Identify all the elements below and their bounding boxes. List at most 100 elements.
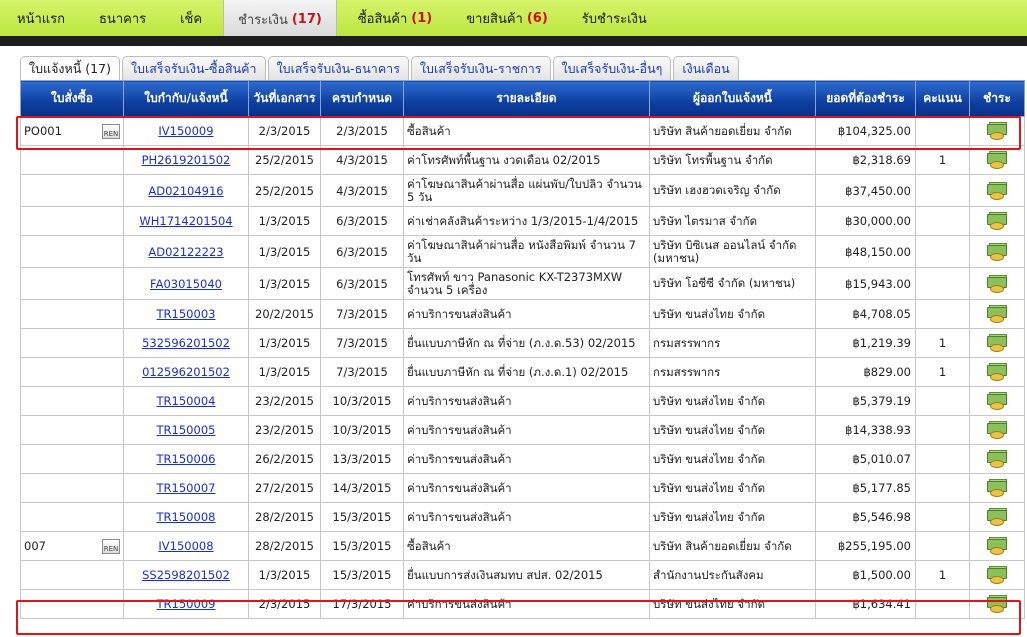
pay-money-icon[interactable] xyxy=(986,594,1008,614)
invoice-link[interactable]: 532596201502 xyxy=(142,336,230,350)
pay-money-icon[interactable] xyxy=(986,121,1008,141)
po-cell xyxy=(20,589,124,619)
nav-item-label: หน้าแรก xyxy=(17,11,65,27)
table-row: TR150006 26/2/2015 13/3/2015 ค่าบริการขนส่ง… xyxy=(20,444,1025,474)
score-cell: 1 xyxy=(915,145,970,175)
table-header-row: ใบสั่งซื้อ ใบกำกับ/แจ้งหนี้ วันที่เอกสาร คร… xyxy=(20,80,1025,117)
invoice-number-cell: TR150006 xyxy=(123,444,249,474)
tab-2[interactable]: ใบเสร็จรับเงิน-ธนาคาร xyxy=(267,56,409,80)
amount-due-cell: ฿2,318.69 xyxy=(815,145,916,175)
coin-stack xyxy=(990,460,1004,468)
document-date-cell: 26/2/2015 xyxy=(248,444,321,474)
invoice-link[interactable]: IV150009 xyxy=(158,124,213,138)
pay-cell xyxy=(969,357,1025,387)
column-header-2: วันที่เอกสาร xyxy=(248,80,321,117)
pay-money-icon[interactable] xyxy=(986,391,1008,411)
document-date-cell: 25/2/2015 xyxy=(248,174,321,207)
document-date-cell: 1/3/2015 xyxy=(248,328,321,358)
nav-item-3[interactable]: ชำระเงิน (17) xyxy=(223,0,337,38)
nav-item-2[interactable]: เช็ค xyxy=(163,0,219,36)
pay-money-icon[interactable] xyxy=(986,536,1008,556)
invoice-link[interactable]: PH2619201502 xyxy=(142,153,231,167)
due-date-cell: 7/3/2015 xyxy=(320,357,404,387)
nav-item-label: ธนาคาร xyxy=(99,11,147,27)
amount-due-cell: ฿5,177.85 xyxy=(815,473,916,503)
nav-item-4[interactable]: ซื้อสินค้า (1) xyxy=(341,0,449,36)
table-row: TR150004 23/2/2015 10/3/2015 ค่าบริการขนส่ง… xyxy=(20,386,1025,416)
tab-1[interactable]: ใบเสร็จรับเงิน-ซื้อสินค้า xyxy=(121,56,266,80)
pay-money-icon[interactable] xyxy=(986,211,1008,231)
invoice-link[interactable]: TR150003 xyxy=(157,307,216,321)
invoice-number-cell: SS2598201502 xyxy=(123,560,249,590)
nav-item-count: (6) xyxy=(526,10,548,26)
po-cell: 007 REN xyxy=(20,531,124,561)
ren-doc-icon[interactable]: REN xyxy=(102,538,120,554)
tab-4[interactable]: ใบเสร็จรับเงิน-อื่นๆ xyxy=(552,56,672,80)
coin-stack xyxy=(990,191,1004,200)
invoice-link[interactable]: SS2598201502 xyxy=(142,568,230,582)
pay-money-icon[interactable] xyxy=(986,242,1008,262)
amount-due-cell: ฿5,010.07 xyxy=(815,444,916,474)
invoice-number-cell: 012596201502 xyxy=(123,357,249,387)
tab-3[interactable]: ใบเสร็จรับเงิน-ราชการ xyxy=(410,56,551,80)
nav-item-1[interactable]: ธนาคาร xyxy=(82,0,163,36)
pay-money-icon[interactable] xyxy=(986,181,1008,201)
po-cell xyxy=(20,235,124,268)
invoice-link[interactable]: WH1714201504 xyxy=(139,214,232,228)
invoice-number-cell: TR150008 xyxy=(123,502,249,532)
invoice-link[interactable]: IV150008 xyxy=(158,539,213,553)
po-wrap: 007 REN xyxy=(24,538,120,554)
invoice-grid: ใบสั่งซื้อ ใบกำกับ/แจ้งหนี้ วันที่เอกสาร คร… xyxy=(20,80,1025,619)
invoice-link[interactable]: TR150009 xyxy=(157,597,216,611)
vendor-cell: บริษัท ขนส่งไทย จำกัด xyxy=(649,473,816,503)
coin-stack xyxy=(990,431,1004,439)
nav-item-5[interactable]: ขายสินค้า (6) xyxy=(449,0,565,36)
pay-money-icon[interactable] xyxy=(986,478,1008,498)
pay-money-icon[interactable] xyxy=(986,304,1008,324)
po-number: 007 xyxy=(24,539,46,553)
invoice-link[interactable]: FA03015040 xyxy=(150,277,222,291)
pay-money-icon[interactable] xyxy=(986,420,1008,440)
amount-due-cell: ฿4,708.05 xyxy=(815,299,916,329)
pay-money-icon[interactable] xyxy=(986,333,1008,353)
invoice-link[interactable]: TR150004 xyxy=(157,394,216,408)
description-cell: ค่าบริการขนส่งสินค้า xyxy=(403,386,650,416)
pay-money-icon[interactable] xyxy=(986,274,1008,294)
description-cell: ค่าเช่าคลังสินค้าระหว่าง 1/3/2015-1/4/20… xyxy=(403,206,650,236)
pay-money-icon[interactable] xyxy=(986,150,1008,170)
score-cell xyxy=(915,589,970,619)
score-cell xyxy=(915,415,970,445)
document-date-cell: 20/2/2015 xyxy=(248,299,321,329)
invoice-link[interactable]: TR150008 xyxy=(157,510,216,524)
description-cell: ค่าบริการขนส่งสินค้า xyxy=(403,444,650,474)
invoice-link[interactable]: TR150007 xyxy=(157,481,216,495)
invoice-link[interactable]: AD02122223 xyxy=(148,245,223,259)
pay-money-icon[interactable] xyxy=(986,507,1008,527)
due-date-cell: 4/3/2015 xyxy=(320,174,404,207)
score-cell xyxy=(915,473,970,503)
pay-money-icon[interactable] xyxy=(986,565,1008,585)
description-cell: ค่าบริการขนส่งสินค้า xyxy=(403,299,650,329)
invoice-link[interactable]: AD02104916 xyxy=(148,184,223,198)
table-row: TR150003 20/2/2015 7/3/2015 ค่าบริการขนส่งส… xyxy=(20,299,1025,329)
vendor-cell: บริษัท ขนส่งไทย จำกัด xyxy=(649,444,816,474)
score-cell xyxy=(915,299,970,329)
invoice-link[interactable]: 012596201502 xyxy=(142,365,230,379)
ren-doc-icon[interactable]: REN xyxy=(102,123,120,139)
pay-money-icon[interactable] xyxy=(986,449,1008,469)
po-cell xyxy=(20,145,124,175)
table-row: 007 REN IV150008 28/2/2015 15/3/2015 ซื้อสินค… xyxy=(20,531,1025,561)
tab-5[interactable]: เงินเดือน xyxy=(673,56,739,80)
pay-money-icon[interactable] xyxy=(986,362,1008,382)
invoice-link[interactable]: TR150006 xyxy=(157,452,216,466)
description-cell: โทรศัพท์ ขาว Panasonic KX-T2373MXW จำนวน… xyxy=(403,267,650,300)
nav-item-0[interactable]: หน้าแรก xyxy=(0,0,82,36)
tab-0[interactable]: ใบแจ้งหนี้ (17) xyxy=(20,56,120,80)
nav-item-count: (1) xyxy=(411,10,433,26)
po-cell xyxy=(20,357,124,387)
po-cell: PO001 REN xyxy=(20,116,124,146)
nav-item-6[interactable]: รับชำระเงิน xyxy=(565,0,664,36)
po-cell xyxy=(20,206,124,236)
invoice-link[interactable]: TR150005 xyxy=(157,423,216,437)
description-cell: ค่าโทรศัพท์พื้นฐาน งวดเดือน 02/2015 xyxy=(403,145,650,175)
